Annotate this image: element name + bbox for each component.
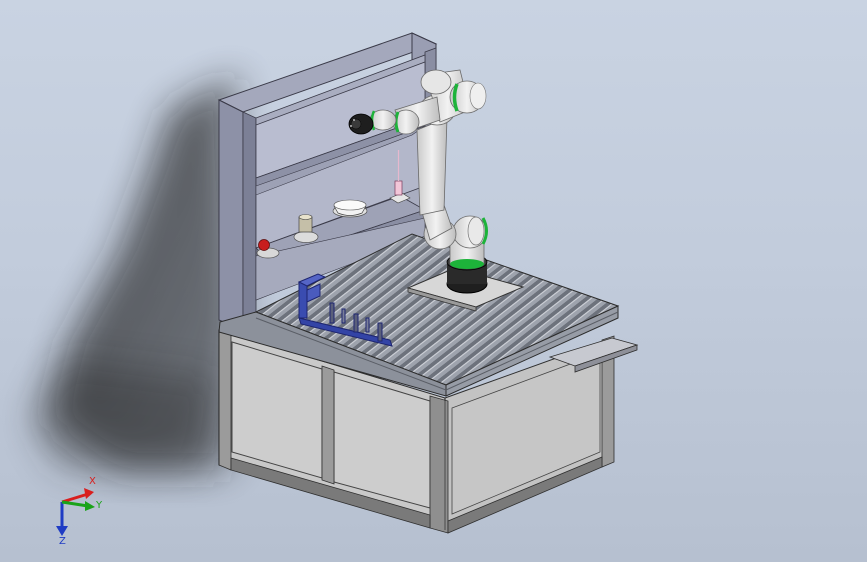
z-axis-label: Z [59, 536, 66, 545]
x-axis [61, 492, 89, 504]
coordinate-triad: X Y Z [56, 476, 103, 545]
tube-part [394, 180, 403, 196]
y-arrow-icon [85, 501, 95, 511]
model-shadow [30, 75, 240, 470]
y-axis-label: Y [95, 500, 103, 511]
cad-viewport[interactable]: X Y Z [0, 0, 867, 562]
x-arrow-icon [84, 488, 94, 499]
workstation-model[interactable] [0, 0, 867, 562]
apple-part [258, 239, 270, 251]
z-arrow-icon [56, 526, 68, 536]
y-axis [61, 500, 89, 508]
x-axis-label: X [89, 476, 96, 487]
